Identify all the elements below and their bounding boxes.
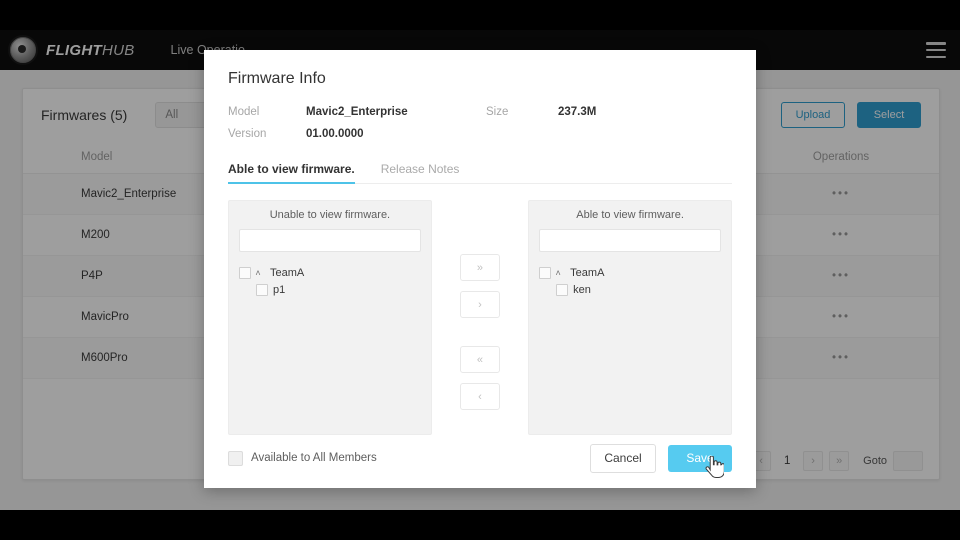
dialog-tabs: Able to view firmware. Release Notes	[228, 162, 732, 184]
hamburger-bar	[926, 42, 946, 45]
upload-button[interactable]: Upload	[781, 102, 845, 128]
transfer-widget: Unable to view firmware. ˄ TeamA p1 » › …	[228, 200, 732, 435]
able-to-view-panel: Able to view firmware. ˄ TeamA ken	[528, 200, 732, 435]
pagination-next-button[interactable]: ›	[803, 451, 824, 471]
cell-model: Mavic2_Enterprise	[81, 188, 177, 200]
screen: FLIGHTHUB Live Operatio Firmwares (5) Al…	[0, 0, 960, 540]
chevron-up-icon[interactable]: ˄	[251, 268, 265, 278]
firmware-info-dialog: Firmware Info Model Mavic2_Enterprise Si…	[204, 50, 756, 488]
right-panel-search-input[interactable]	[539, 229, 721, 252]
checkbox-icon[interactable]	[539, 266, 552, 279]
checkbox-icon[interactable]	[556, 283, 569, 296]
left-panel-tree: ˄ TeamA p1	[239, 264, 421, 298]
row-operations-menu[interactable]: •••	[743, 188, 939, 200]
dialog-title: Firmware Info	[228, 70, 326, 87]
cell-model: MavicPro	[81, 311, 129, 323]
hamburger-bar	[926, 48, 946, 52]
hamburger-icon[interactable]	[926, 42, 946, 58]
unable-to-view-panel: Unable to view firmware. ˄ TeamA p1	[228, 200, 432, 435]
page-title: Firmwares (5)	[41, 107, 128, 123]
brand-logo[interactable]: FLIGHTHUB	[8, 35, 135, 65]
tree-node-label: TeamA	[270, 266, 305, 279]
left-panel-title: Unable to view firmware.	[269, 209, 391, 221]
save-button[interactable]: Save	[668, 444, 732, 472]
row-operations-menu[interactable]: •••	[743, 311, 939, 323]
pagination: ‹ 1 › » Goto	[751, 451, 923, 471]
row-operations-menu[interactable]: •••	[743, 352, 939, 364]
checkbox-icon[interactable]	[228, 450, 243, 466]
tree-node-team[interactable]: ˄ TeamA	[239, 264, 421, 281]
row-operations-menu[interactable]: •••	[743, 270, 939, 282]
brand-name: FLIGHTHUB	[46, 42, 135, 59]
left-panel-search-input[interactable]	[239, 229, 421, 252]
cell-model: M600Pro	[81, 352, 128, 364]
available-to-all-members-checkbox[interactable]: Available to All Members	[228, 450, 377, 466]
brand-light: HUB	[101, 41, 135, 59]
column-header-operations: Operations	[812, 151, 870, 163]
dialog-body: Firmware Info Model Mavic2_Enterprise Si…	[204, 50, 756, 435]
goto-input[interactable]	[893, 451, 923, 471]
firmware-meta: Model Mavic2_Enterprise Size 237.3M Vers…	[228, 106, 732, 140]
checkbox-icon[interactable]	[256, 283, 268, 296]
tab-release-notes[interactable]: Release Notes	[381, 162, 460, 183]
tree-node-member[interactable]: p1	[239, 281, 421, 298]
meta-label-version: Version	[228, 128, 267, 140]
tree-node-label: p1	[273, 283, 286, 296]
available-to-all-members-label: Available to All Members	[251, 452, 377, 464]
tree-node-label: TeamA	[570, 266, 605, 279]
pagination-current-page[interactable]: 1	[777, 451, 797, 471]
move-all-right-button[interactable]: »	[459, 254, 500, 281]
cell-model: P4P	[81, 270, 103, 282]
cell-model: M200	[81, 229, 110, 241]
card-actions: Upload Select	[781, 102, 921, 128]
meta-label-size: Size	[486, 106, 509, 118]
dialog-footer: Available to All Members Cancel Save	[204, 428, 756, 488]
tree-node-member[interactable]: ken	[539, 281, 721, 298]
chevron-up-icon[interactable]: ˄	[551, 268, 565, 278]
select-button[interactable]: Select	[857, 102, 921, 128]
move-left-button[interactable]: ‹	[459, 383, 500, 410]
transfer-buttons: » › « ‹	[432, 200, 528, 410]
goto-label: Goto	[863, 455, 887, 467]
meta-value-model: Mavic2_Enterprise	[306, 106, 408, 118]
tree-node-label: ken	[573, 283, 591, 296]
tab-able-to-view-firmware[interactable]: Able to view firmware.	[228, 162, 355, 184]
column-header-model: Model	[81, 151, 113, 163]
meta-value-size: 237.3M	[558, 106, 597, 118]
tree-node-team[interactable]: ˄ TeamA	[539, 264, 721, 281]
meta-label-model: Model	[228, 106, 260, 118]
brand-bold: FLIGHT	[46, 41, 102, 59]
hamburger-bar	[926, 55, 946, 58]
right-panel-tree: ˄ TeamA ken	[539, 264, 721, 298]
footer-actions: Cancel Save	[590, 443, 732, 473]
pagination-last-button[interactable]: »	[829, 451, 850, 471]
move-all-left-button[interactable]: «	[459, 346, 500, 373]
flighthub-logo-icon	[8, 35, 38, 65]
move-right-button[interactable]: ›	[459, 291, 500, 318]
meta-value-version: 01.00.0000	[306, 128, 364, 140]
cancel-button[interactable]: Cancel	[590, 443, 656, 473]
right-panel-title: Able to view firmware.	[576, 209, 684, 221]
row-operations-menu[interactable]: •••	[743, 229, 939, 241]
checkbox-icon[interactable]	[239, 266, 251, 279]
filter-value: All	[165, 109, 179, 121]
